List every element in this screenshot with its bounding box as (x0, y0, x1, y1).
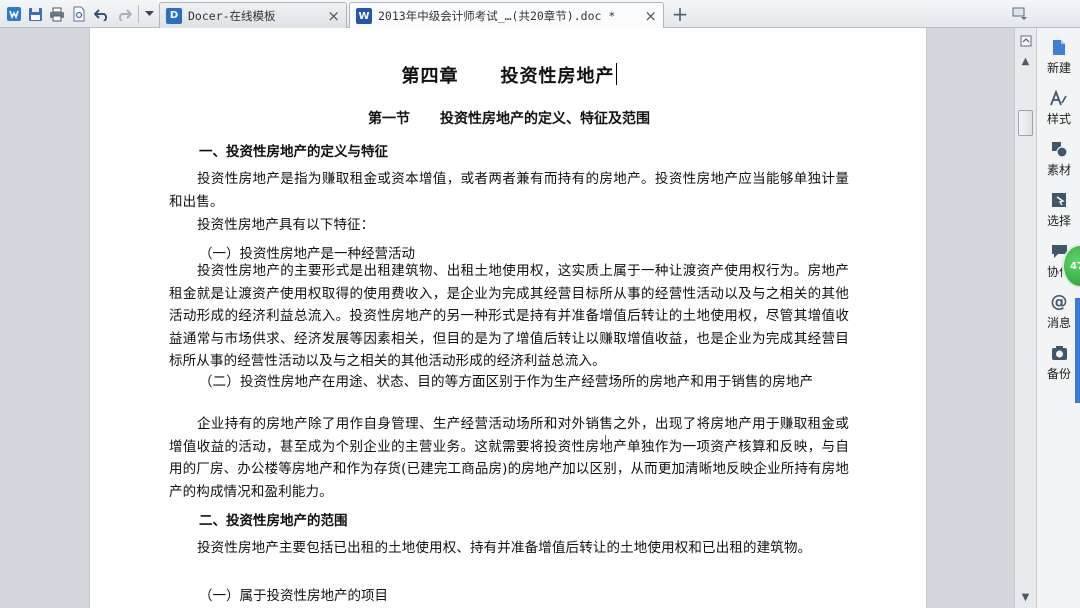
chapter-name: 投资性房地产 (500, 66, 615, 87)
select-icon (1049, 190, 1069, 210)
panel-new-button[interactable]: 新建 (1037, 32, 1080, 76)
document-area: 第四章 投资性房地产 第一节 投资性房地产的定义、特征及范围 一、投资性房地产的定义… (0, 28, 1014, 608)
style-icon (1049, 88, 1069, 108)
close-icon[interactable]: × (644, 7, 657, 25)
section-number: 第一节 (368, 111, 410, 127)
backup-icon (1049, 343, 1069, 363)
tab-docer[interactable]: D Docer-在线模板 × (159, 2, 347, 28)
material-icon (1049, 139, 1069, 159)
title-tab-bar: D Docer-在线模板 × W 2013年中级会计师考试_…(共20章节).d… (0, 0, 1080, 29)
print-icon[interactable] (47, 4, 67, 24)
print-preview-icon[interactable] (69, 4, 89, 24)
docer-icon: D (166, 7, 182, 24)
subheading-business-activity: （一）投资性房地产是一种经营活动 (199, 246, 415, 262)
panel-material-button[interactable]: 素材 (1037, 134, 1080, 178)
window-menu-icon[interactable] (1012, 6, 1030, 22)
vertical-scrollbar[interactable]: ▲ ▼ (1014, 28, 1036, 608)
section-name: 投资性房地产的定义、特征及范围 (440, 111, 650, 127)
tab-label: Docer-在线模板 (188, 8, 276, 23)
subheading-distinction: （二）投资性房地产在用途、状态、目的等方面区别于作为生产经营场所的房地产和用于销… (199, 374, 814, 390)
task-panel: 新建 样式 素材 选择 协作 @ 消息 备份 (1036, 28, 1080, 608)
chapter-number: 第四章 (401, 66, 459, 87)
paragraph-features-intro: 投资性房地产具有以下特征： (197, 217, 375, 233)
save-icon[interactable] (25, 4, 45, 24)
heading-definition: 一、投资性房地产的定义与特征 (199, 144, 388, 160)
document-page[interactable]: 第四章 投资性房地产 第一节 投资性房地产的定义、特征及范围 一、投资性房地产的定义… (89, 28, 927, 608)
chapter-title: 第四章 投资性房地产 (169, 62, 849, 88)
scroll-down-icon[interactable]: ▼ (1018, 590, 1033, 604)
paragraph-business-activity: 投资性房地产的主要形式是出租建筑物、出租土地使用权，这实质上属于一种让渡资产使用… (169, 263, 849, 369)
heading-scope: 二、投资性房地产的范围 (199, 513, 348, 529)
scroll-up-icon[interactable]: ▲ (1018, 54, 1033, 68)
scroll-settings-icon[interactable] (1018, 34, 1033, 48)
panel-backup-button[interactable]: 备份 (1037, 338, 1080, 382)
redo-icon[interactable] (114, 4, 134, 24)
paragraph-definition: 投资性房地产是指为赚取租金或资本增值，或者两者兼有而持有的房地产。投资性房地产应… (169, 171, 849, 210)
subheading-included-items: （一）属于投资性房地产的项目 (199, 588, 388, 604)
new-doc-icon (1049, 37, 1069, 57)
new-tab-button[interactable]: + (669, 2, 691, 26)
message-icon: @ (1050, 292, 1068, 312)
section-title: 第一节 投资性房地产的定义、特征及范围 (169, 108, 849, 128)
dropdown-icon[interactable] (139, 4, 159, 24)
word-doc-icon: W (356, 8, 372, 24)
tab-label: 2013年中级会计师考试_…(共20章节).doc * (378, 9, 616, 23)
mouse-ibeam-cursor (605, 435, 607, 453)
panel-select-button[interactable]: 选择 (1037, 185, 1080, 229)
undo-icon[interactable] (91, 4, 111, 24)
panel-message-button[interactable]: @ 消息 (1037, 287, 1080, 331)
panel-style-button[interactable]: 样式 (1037, 83, 1080, 127)
paragraph-distinction: 企业持有的房地产除了用作自身管理、生产经营活动场所和对外销售之外，出现了将房地产… (169, 416, 849, 500)
paragraph-scope: 投资性房地产主要包括已出租的土地使用权、持有并准备增值后转让的土地使用权和已出租… (197, 540, 812, 556)
scroll-thumb[interactable] (1018, 110, 1033, 136)
panel-collapse-tab[interactable] (1075, 298, 1080, 403)
wps-logo-icon[interactable] (4, 4, 24, 24)
tab-document[interactable]: W 2013年中级会计师考试_…(共20章节).doc * × (349, 2, 664, 29)
text-cursor (615, 63, 617, 85)
close-icon[interactable]: × (327, 7, 340, 25)
